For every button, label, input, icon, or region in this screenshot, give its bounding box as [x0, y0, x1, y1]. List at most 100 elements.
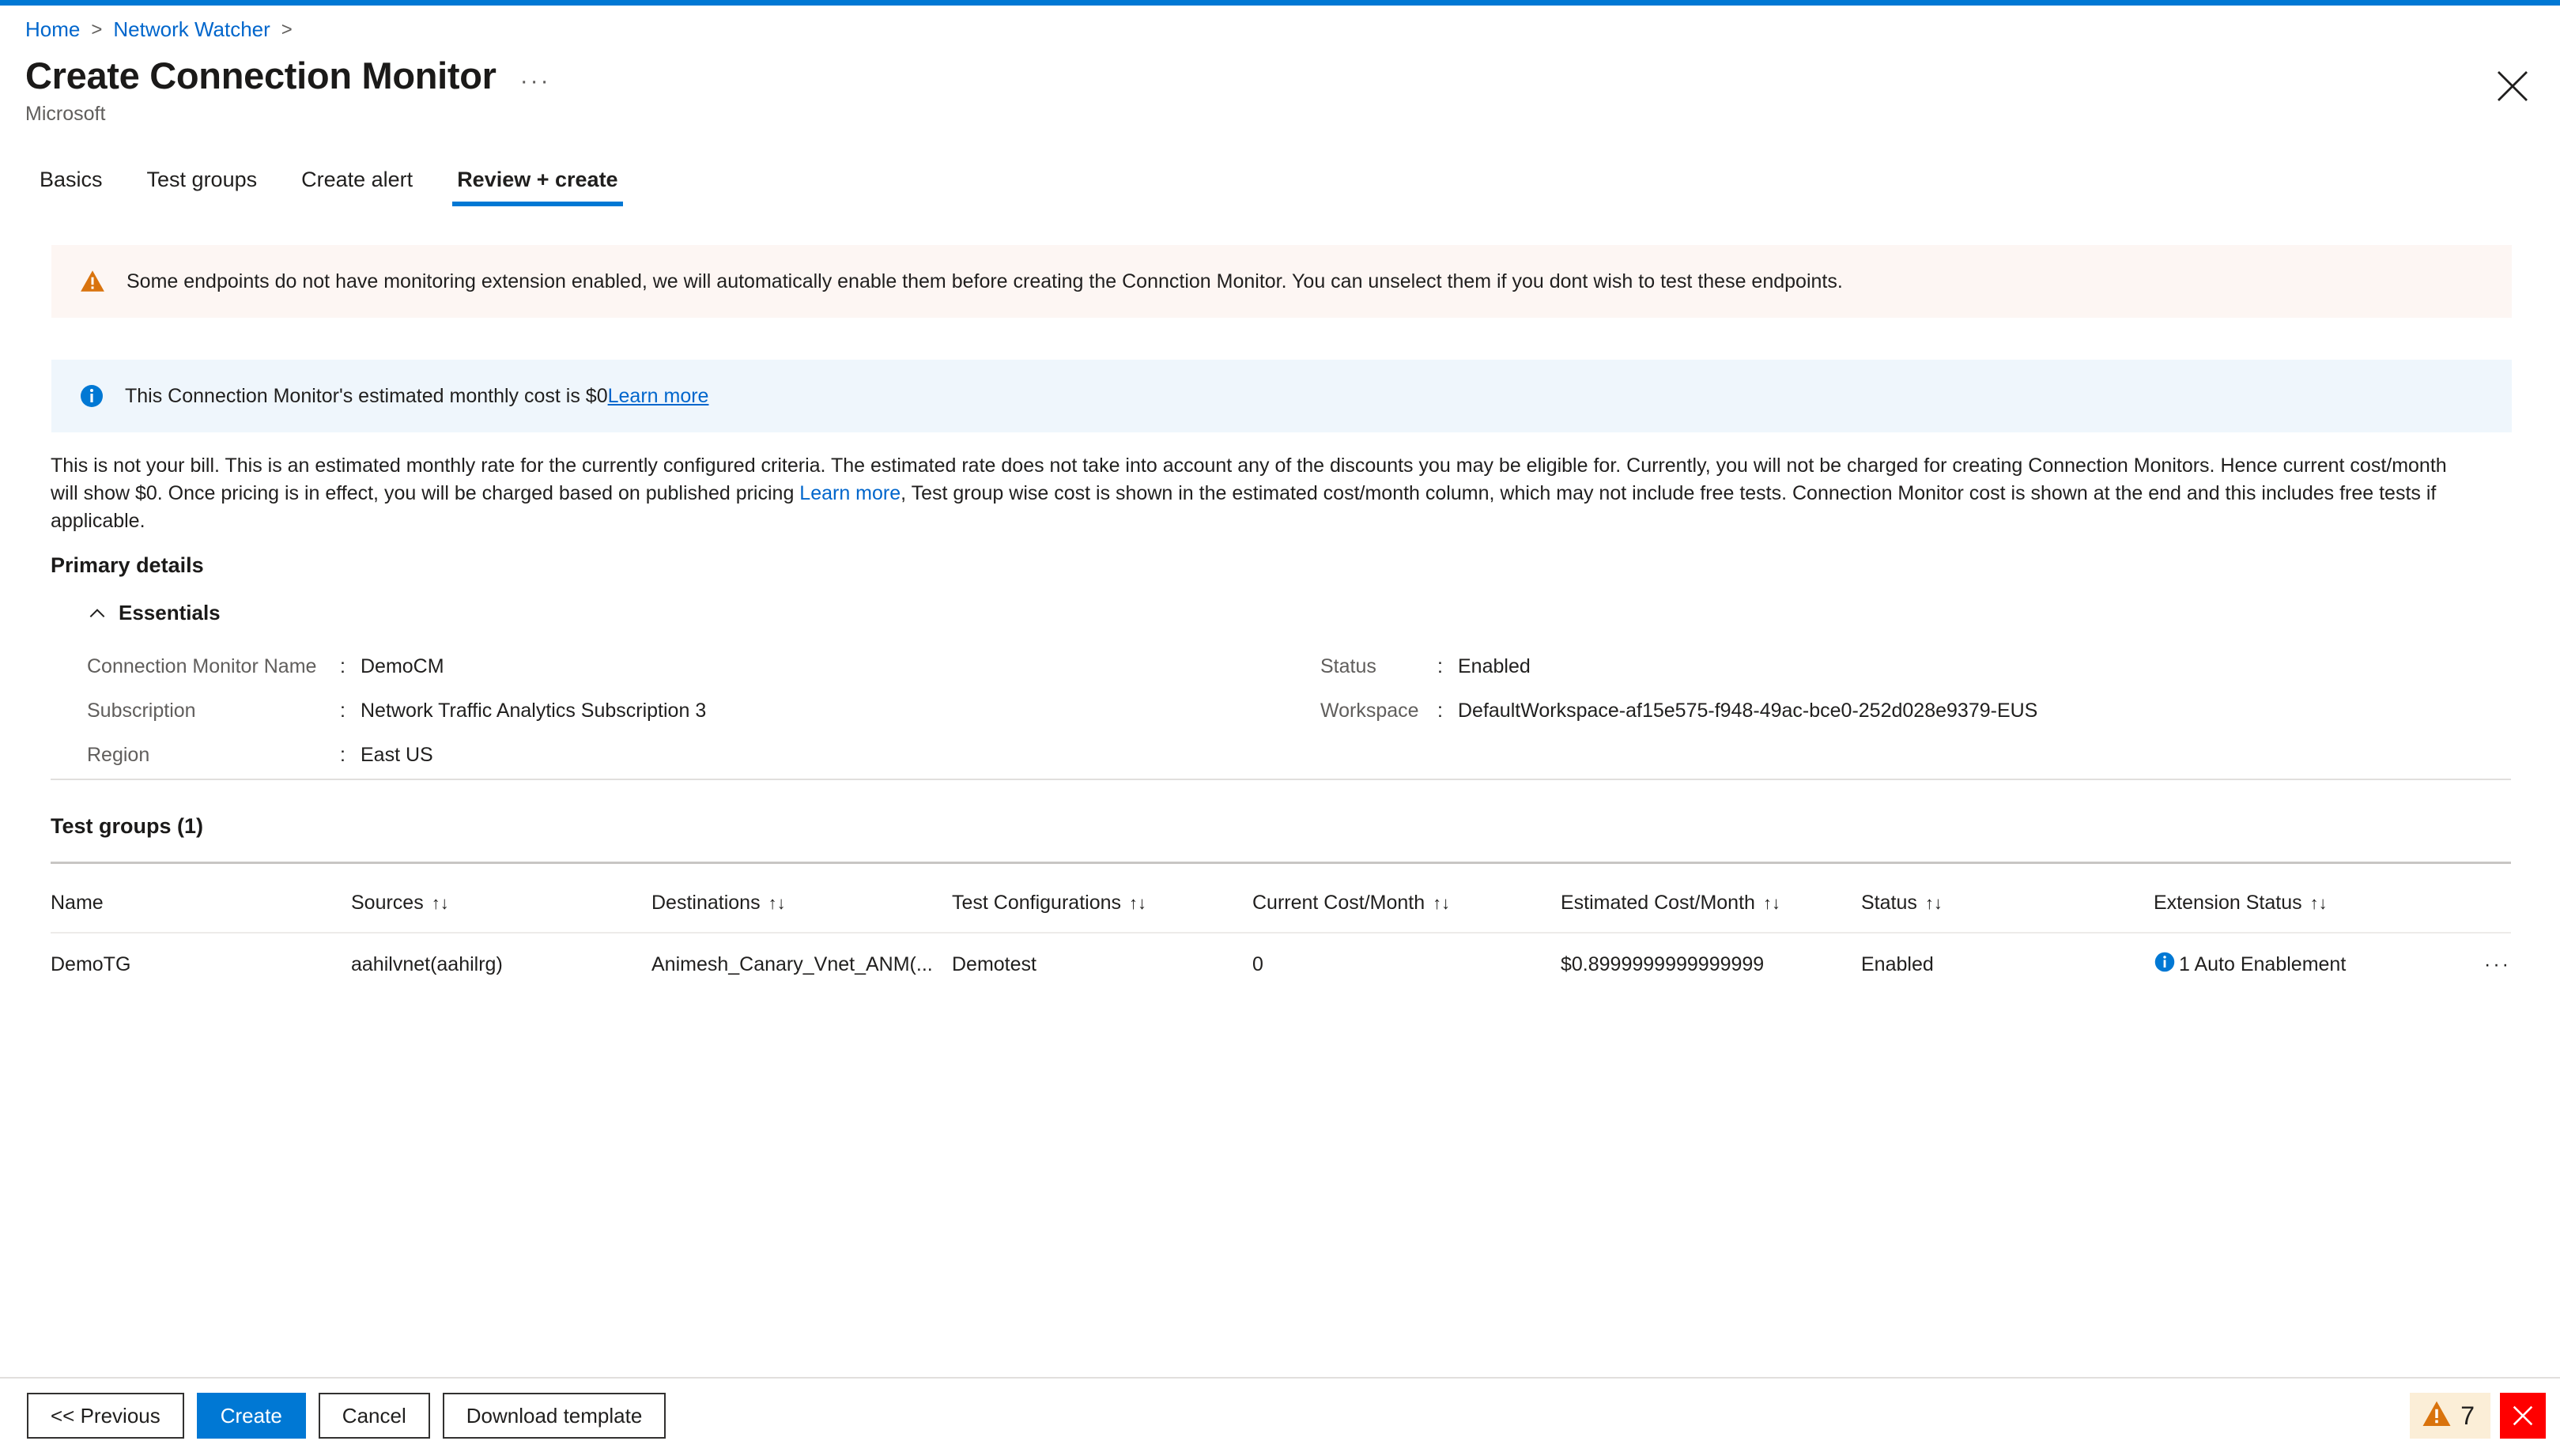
column-header-destinations[interactable]: Destinations ↑↓ — [651, 877, 952, 933]
sort-icon[interactable]: ↑↓ — [1433, 893, 1450, 914]
breadcrumb-item-home[interactable]: Home — [25, 17, 80, 42]
cell-destinations: Animesh_Canary_Vnet_ANM(... — [651, 933, 952, 996]
column-header-test-configurations[interactable]: Test Configurations ↑↓ — [952, 877, 1252, 933]
breadcrumb: Home > Network Watcher > — [25, 17, 304, 42]
breadcrumb-item-network-watcher[interactable]: Network Watcher — [113, 17, 270, 42]
warning-triangle-icon — [2421, 1398, 2452, 1434]
close-icon — [2498, 71, 2528, 101]
tab-review-create[interactable]: Review + create — [435, 168, 640, 206]
essentials-pair: Subscription : Network Traffic Analytics… — [87, 700, 1320, 722]
essentials-value-subscription: Network Traffic Analytics Subscription 3 — [361, 699, 707, 722]
essentials-colon: : — [340, 654, 345, 677]
cell-estimated-cost: $0.8999999999999999 — [1561, 953, 1765, 975]
sort-icon[interactable]: ↑↓ — [1925, 893, 1943, 914]
cell-test-configurations: Demotest — [952, 953, 1036, 975]
essentials-key: Connection Monitor Name — [87, 654, 317, 677]
page-title: Create Connection Monitor — [25, 55, 497, 96]
warning-count-badge[interactable]: 7 — [2410, 1393, 2490, 1439]
sort-icon[interactable]: ↑↓ — [2310, 893, 2328, 914]
download-template-button[interactable]: Download template — [442, 1393, 666, 1439]
cell-sources: aahilvnet(aahilrg) — [351, 933, 651, 996]
chevron-up-icon — [89, 608, 105, 617]
cell-extension-status-text: 1 Auto Enablement — [2179, 953, 2347, 975]
table-header-row: Name Sources ↑↓ Destinations ↑↓ Test Confi… — [51, 877, 2511, 933]
warning-triangle-icon — [79, 268, 106, 295]
tab-basics[interactable]: Basics — [25, 168, 125, 206]
column-header-label: Destinations — [651, 892, 761, 914]
column-header-extension-status[interactable]: Extension Status ↑↓ — [2154, 877, 2462, 933]
essentials-value-status: Enabled — [1458, 654, 1531, 677]
column-header-actions — [2462, 877, 2511, 933]
column-header-label: Estimated Cost/Month — [1561, 892, 1755, 914]
close-icon — [2513, 1405, 2533, 1426]
disclaimer-learn-more-link[interactable]: Learn more — [799, 482, 901, 504]
footer-status-group: 7 — [2410, 1393, 2546, 1439]
essentials-key: Workspace — [1320, 699, 1419, 722]
sort-icon[interactable]: ↑↓ — [1763, 893, 1780, 914]
sort-icon[interactable]: ↑↓ — [1129, 893, 1146, 914]
cell-status: Enabled — [1861, 953, 1934, 975]
essentials-value-connection-monitor-name: DemoCM — [361, 654, 444, 677]
essentials-toggle[interactable]: Essentials — [87, 601, 221, 625]
essentials-colon: : — [1437, 654, 1443, 677]
column-header-status[interactable]: Status ↑↓ — [1861, 877, 2154, 933]
column-header-label: Test Configurations — [952, 892, 1122, 914]
wizard-tabs: Basics Test groups Create alert Review +… — [25, 168, 640, 206]
close-blade-button[interactable] — [2494, 67, 2532, 105]
row-context-menu-icon[interactable]: ··· — [2462, 933, 2511, 996]
footer-divider — [0, 1377, 2560, 1379]
more-options-icon[interactable]: ··· — [520, 57, 551, 95]
essentials-key: Subscription — [87, 699, 196, 722]
essentials-value-workspace: DefaultWorkspace-af15e575-f948-49ac-bce0… — [1458, 699, 2038, 722]
essentials-row: Region : East US — [87, 733, 2483, 777]
title-row: Create Connection Monitor ··· — [25, 54, 551, 97]
column-header-sources[interactable]: Sources ↑↓ — [351, 877, 651, 933]
warning-banner: Some endpoints do not have monitoring ex… — [51, 245, 2512, 318]
essentials-pair: Connection Monitor Name : DemoCM — [87, 655, 1320, 678]
column-header-estimated-cost[interactable]: Estimated Cost/Month ↑↓ — [1561, 877, 1861, 933]
column-header-label: Sources — [351, 892, 424, 914]
test-groups-heading: Test groups (1) — [51, 814, 204, 838]
dismiss-errors-button[interactable] — [2500, 1393, 2546, 1439]
cost-info-banner-text: This Connection Monitor's estimated mont… — [125, 384, 608, 407]
column-header-label: Extension Status — [2154, 892, 2302, 914]
breadcrumb-separator: > — [281, 18, 293, 40]
column-header-current-cost[interactable]: Current Cost/Month ↑↓ — [1252, 877, 1561, 933]
essentials-key: Region — [87, 743, 150, 766]
column-header-name[interactable]: Name — [51, 877, 351, 933]
primary-details-heading: Primary details — [51, 553, 204, 577]
essentials-pair: Workspace : DefaultWorkspace-af15e575-f9… — [1320, 700, 2037, 722]
essentials-colon: : — [340, 699, 345, 722]
essentials-key: Status — [1320, 654, 1376, 677]
table-row[interactable]: DemoTG aahilvnet(aahilrg) Animesh_Canary… — [51, 933, 2511, 996]
test-groups-table: Name Sources ↑↓ Destinations ↑↓ Test Confi… — [51, 877, 2511, 996]
info-circle-icon — [2154, 951, 2176, 979]
essentials-pair: Region : East US — [87, 744, 1320, 767]
cell-destinations-text: Animesh_Canary_Vnet_ANM(... — [651, 953, 933, 975]
create-connection-monitor-blade: Home > Network Watcher > Create Connecti… — [0, 0, 2560, 1456]
essentials-divider — [51, 779, 2511, 780]
page-subtitle: Microsoft — [25, 103, 106, 125]
warning-banner-text: Some endpoints do not have monitoring ex… — [126, 270, 1843, 292]
info-circle-icon — [79, 383, 104, 409]
previous-button[interactable]: << Previous — [27, 1393, 184, 1439]
cancel-button[interactable]: Cancel — [318, 1393, 430, 1439]
sort-icon[interactable]: ↑↓ — [768, 893, 786, 914]
cell-name: DemoTG — [51, 953, 131, 975]
cost-info-learn-more-link[interactable]: Learn more — [608, 385, 709, 408]
test-groups-divider — [51, 862, 2511, 864]
essentials-grid: Connection Monitor Name : DemoCM Status … — [87, 644, 2483, 777]
create-button[interactable]: Create — [196, 1393, 306, 1439]
tab-create-alert[interactable]: Create alert — [279, 168, 435, 206]
sort-icon[interactable]: ↑↓ — [432, 893, 449, 914]
breadcrumb-separator: > — [91, 18, 103, 40]
column-header-label: Name — [51, 892, 104, 914]
essentials-colon: : — [340, 743, 345, 766]
cell-sources-text: aahilvnet(aahilrg) — [351, 953, 503, 975]
footer-actions: << Previous Create Cancel Download templ… — [27, 1393, 666, 1439]
tab-test-groups[interactable]: Test groups — [125, 168, 280, 206]
column-header-label: Status — [1861, 892, 1917, 914]
column-header-label: Current Cost/Month — [1252, 892, 1425, 914]
warning-count-label: 7 — [2460, 1401, 2475, 1430]
essentials-row: Subscription : Network Traffic Analytics… — [87, 688, 2483, 733]
